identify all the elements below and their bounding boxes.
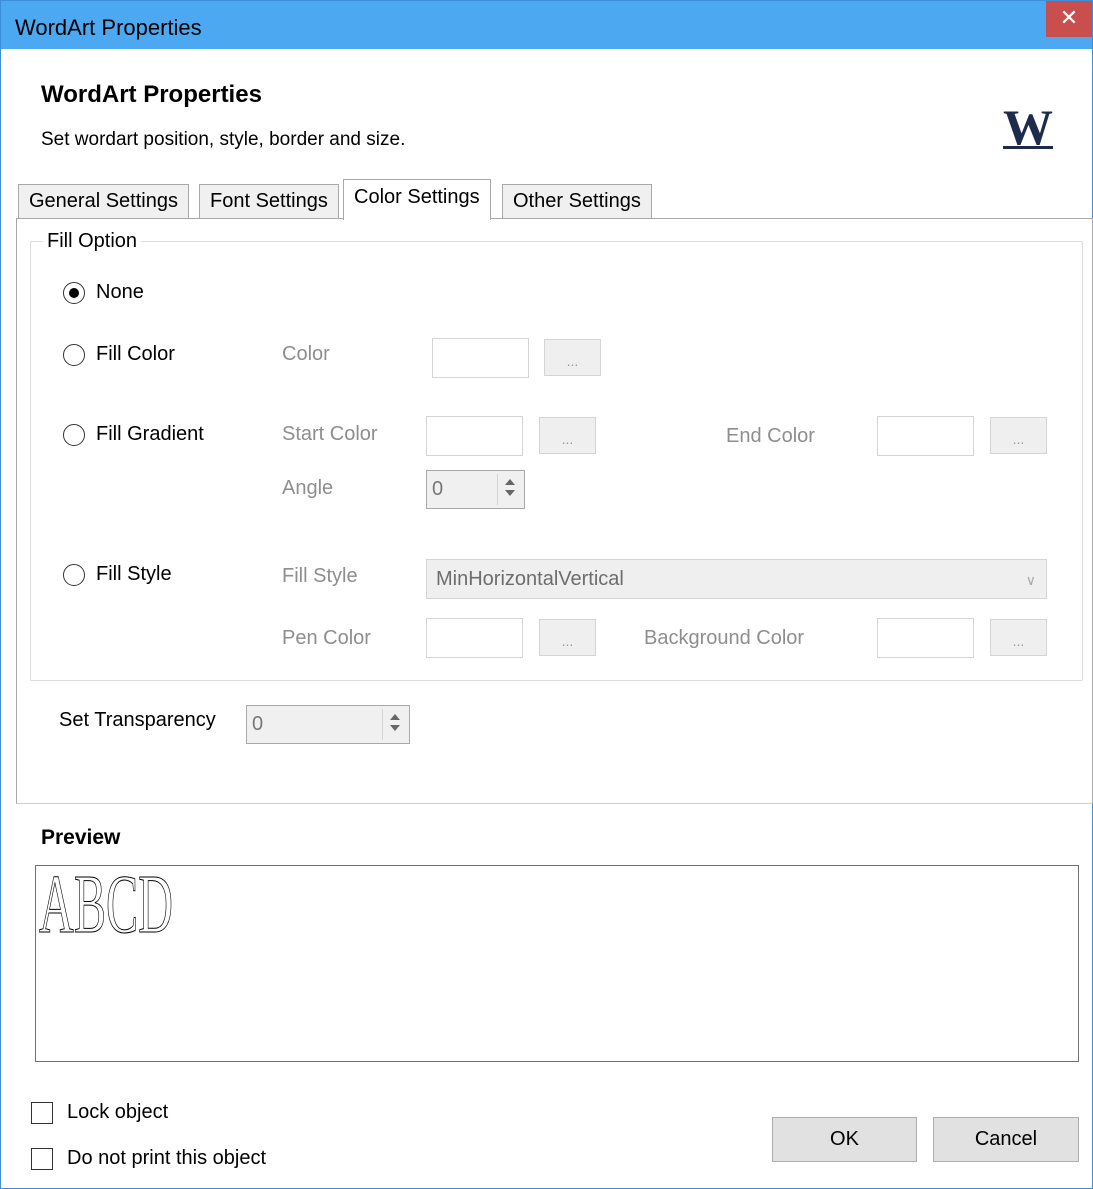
- cancel-button[interactable]: Cancel: [933, 1117, 1079, 1162]
- tab-color-settings[interactable]: Color Settings: [343, 179, 491, 220]
- radio-fill-color[interactable]: Fill Color: [63, 343, 175, 366]
- start-color-picker-button[interactable]: ...: [539, 417, 596, 454]
- spin-down-icon[interactable]: [389, 725, 400, 731]
- angle-label: Angle: [282, 477, 334, 499]
- lock-object-label: Lock object: [67, 1101, 169, 1123]
- preview-title: Preview: [41, 826, 121, 849]
- radio-fill-gradient-label: Fill Gradient: [96, 423, 204, 445]
- fill-option-group: [30, 241, 1083, 681]
- fill-color-swatch[interactable]: [432, 338, 529, 378]
- radio-none-indicator[interactable]: [63, 281, 85, 304]
- spin-down-icon[interactable]: [504, 490, 515, 496]
- preview-wordart: ABCD: [39, 866, 174, 946]
- radio-none[interactable]: None: [63, 281, 144, 304]
- wordart-logo-icon: W: [1003, 99, 1053, 155]
- tab-font-settings[interactable]: Font Settings: [199, 184, 339, 219]
- do-not-print-checkbox[interactable]: Do not print this object: [31, 1147, 266, 1170]
- pen-color-swatch[interactable]: [426, 618, 523, 658]
- lock-object-checkbox[interactable]: Lock object: [31, 1101, 168, 1124]
- background-color-picker-button[interactable]: ...: [990, 619, 1047, 656]
- spin-up-icon[interactable]: [389, 714, 400, 720]
- do-not-print-box[interactable]: [31, 1147, 53, 1170]
- angle-value: 0: [432, 478, 444, 500]
- transparency-spinner-arrows[interactable]: [382, 709, 406, 740]
- background-color-swatch[interactable]: [877, 618, 974, 658]
- start-color-label: Start Color: [282, 423, 378, 445]
- end-color-swatch[interactable]: [877, 416, 974, 456]
- fill-option-legend: Fill Option: [43, 230, 142, 253]
- radio-fill-gradient[interactable]: Fill Gradient: [63, 423, 204, 446]
- end-color-label: End Color: [726, 425, 815, 447]
- radio-fill-style-label: Fill Style: [96, 563, 172, 585]
- fill-color-picker-button[interactable]: ...: [544, 339, 601, 376]
- header-subtitle: Set wordart position, style, border and …: [41, 129, 406, 150]
- start-color-swatch[interactable]: [426, 416, 523, 456]
- close-icon: ✕: [1059, 5, 1079, 30]
- background-color-label: Background Color: [644, 627, 805, 649]
- radio-fill-color-indicator[interactable]: [63, 343, 85, 366]
- radio-fill-color-label: Fill Color: [96, 343, 175, 365]
- tab-general-settings[interactable]: General Settings: [18, 184, 189, 219]
- angle-spinner-arrows[interactable]: [497, 474, 521, 505]
- close-button[interactable]: ✕: [1046, 1, 1092, 37]
- fill-style-value: MinHorizontalVertical: [436, 568, 624, 590]
- preview-text: ABCD: [39, 866, 173, 946]
- fill-style-select[interactable]: MinHorizontalVertical ∨: [426, 559, 1047, 599]
- radio-fill-gradient-indicator[interactable]: [63, 423, 85, 446]
- title-bar[interactable]: WordArt Properties ✕: [1, 1, 1092, 49]
- end-color-picker-button[interactable]: ...: [990, 417, 1047, 454]
- chevron-down-icon: ∨: [1025, 572, 1036, 588]
- color-label: Color: [282, 343, 330, 365]
- radio-none-label: None: [96, 281, 144, 303]
- fill-style-label: Fill Style: [282, 565, 358, 587]
- transparency-label: Set Transparency: [59, 709, 216, 731]
- transparency-spinner[interactable]: 0: [246, 705, 410, 744]
- do-not-print-label: Do not print this object: [67, 1147, 266, 1169]
- window-title: WordArt Properties: [15, 15, 202, 40]
- header-title: WordArt Properties: [41, 81, 262, 108]
- tab-other-settings[interactable]: Other Settings: [502, 184, 652, 219]
- radio-fill-style[interactable]: Fill Style: [63, 563, 172, 586]
- ok-button[interactable]: OK: [772, 1117, 917, 1162]
- pen-color-picker-button[interactable]: ...: [539, 619, 596, 656]
- spin-up-icon[interactable]: [504, 479, 515, 485]
- transparency-value: 0: [252, 713, 264, 735]
- preview-box: ABCD: [35, 865, 1079, 1062]
- angle-spinner[interactable]: 0: [426, 470, 525, 509]
- wordart-properties-dialog: WordArt Properties ✕ WordArt Properties …: [0, 0, 1093, 1189]
- pen-color-label: Pen Color: [282, 627, 371, 649]
- lock-object-box[interactable]: [31, 1101, 53, 1124]
- radio-fill-style-indicator[interactable]: [63, 563, 85, 586]
